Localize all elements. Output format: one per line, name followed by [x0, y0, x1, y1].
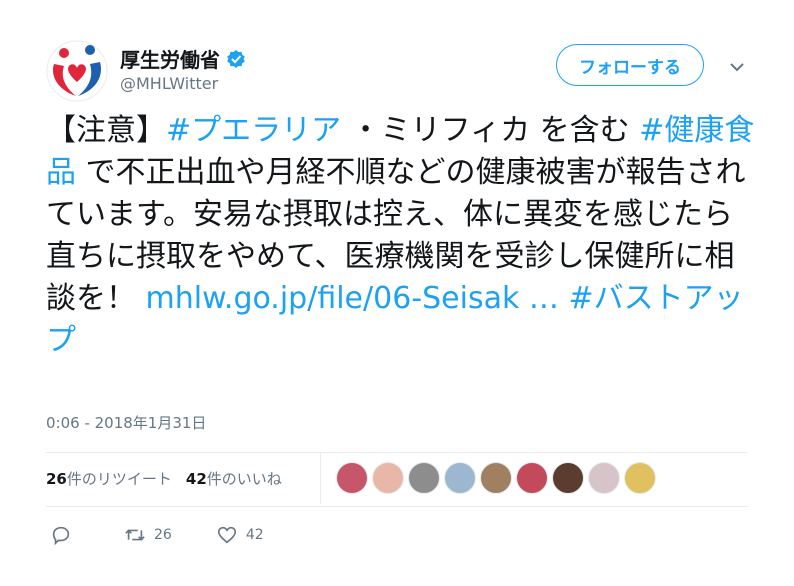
liker-avatar[interactable]	[588, 462, 620, 494]
liker-avatar[interactable]	[408, 462, 440, 494]
reply-icon	[52, 526, 70, 546]
liker-avatar[interactable]	[444, 462, 476, 494]
tweet-timestamp[interactable]: 0:06 - 2018年1月31日	[46, 412, 206, 433]
heart-icon	[217, 526, 236, 544]
like-button[interactable]: 42	[216, 524, 264, 546]
chevron-down-icon[interactable]	[728, 60, 746, 74]
retweet-count: 26	[46, 470, 67, 488]
divider	[320, 452, 321, 504]
tweet-text-part: 【注意】	[46, 113, 166, 148]
retweet-action-count: 26	[154, 527, 172, 543]
like-stat[interactable]: 42件のいいね	[186, 468, 282, 489]
divider	[46, 506, 748, 507]
follow-button[interactable]: フォローする	[556, 44, 704, 86]
hashtag-link[interactable]: #プエラリア	[166, 113, 341, 148]
divider	[46, 452, 748, 453]
retweet-button[interactable]: 26	[124, 524, 172, 546]
liker-avatar[interactable]	[336, 462, 368, 494]
tweet-text-part: ・ミリフィカ を含む	[341, 113, 640, 148]
verified-badge-icon	[227, 49, 245, 68]
liker-avatar[interactable]	[624, 462, 656, 494]
like-stat-label: 件のいいね	[206, 470, 282, 488]
tweet-text: 【注意】#プエラリア ・ミリフィカ を含む #健康食品 で不正出血や月経不順など…	[46, 110, 756, 362]
tweet-stats: 26件のリツイート 42件のいいね	[46, 468, 282, 489]
account-display-name[interactable]: 厚生労働省	[120, 44, 246, 73]
liker-avatar[interactable]	[480, 462, 512, 494]
account-handle[interactable]: @MHLWitter	[120, 74, 218, 93]
retweet-stat[interactable]: 26件のリツイート	[46, 468, 172, 489]
liker-avatar[interactable]	[372, 462, 404, 494]
retweet-stat-label: 件のリツイート	[66, 470, 172, 488]
liker-avatar[interactable]	[516, 462, 548, 494]
like-action-count: 42	[245, 527, 264, 543]
url-link[interactable]: mhlw.go.jp/file/06-Seisak …	[146, 281, 559, 316]
mhlw-logo-avatar[interactable]	[46, 40, 108, 102]
retweet-icon	[125, 529, 145, 541]
reply-button[interactable]	[50, 524, 80, 546]
liker-avatars	[336, 462, 656, 494]
liker-avatar[interactable]	[552, 462, 584, 494]
tweet-actions: 26 42	[50, 524, 308, 546]
tweet-text-part	[559, 281, 569, 316]
display-name-text[interactable]: 厚生労働省	[120, 44, 220, 73]
like-count: 42	[185, 470, 207, 488]
